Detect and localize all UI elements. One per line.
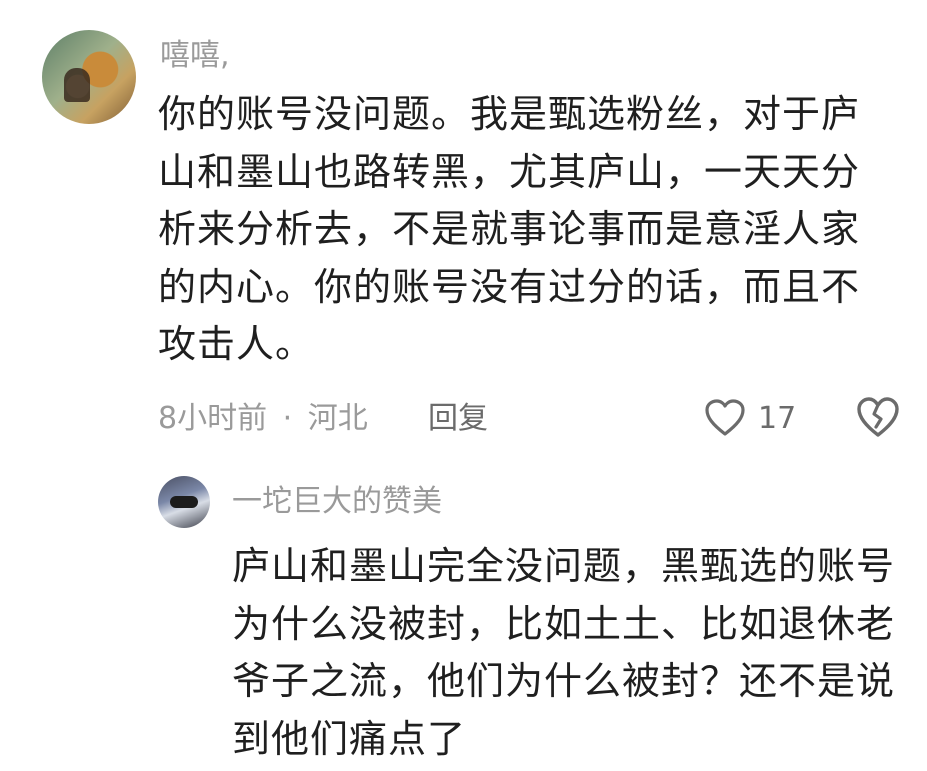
dislike-button[interactable] [855,395,901,441]
like-count: 17 [758,400,797,436]
comment-time: 8小时前 [158,401,268,436]
reply-line: 为什么没被封，比如土土、比如退休老 [232,601,896,646]
avatar[interactable] [42,30,136,124]
comment-line: 攻击人。 [158,322,315,366]
reply-line: 爷子之流，他们为什么被封？还不是说 [232,659,896,703]
comment-line: 你的账号没问题。我是甄选粉丝，对于庐 [158,92,861,136]
comment-location: 河北 [307,401,368,436]
comment-line: 的内心。你的账号没有过分的话，而且不 [158,264,861,309]
broken-heart-icon [855,395,901,441]
comment-line: 析来分析去，不是就事论事而是意淫人家 [158,207,861,251]
reply-body: 庐山和墨山完全没问题，黑甄选的账号 为什么没被封，比如土土、比如退休老 爷子之流… [232,538,912,768]
reply-avatar[interactable] [158,476,210,528]
comment-meta: 8小时前 · 河北 [158,397,368,441]
reply-username[interactable]: 一坨巨大的赞美 [232,484,442,520]
comment-username[interactable]: 嘻嘻, [160,38,230,74]
meta-separator: · [282,401,293,436]
comment-body: 你的账号没问题。我是甄选粉丝，对于庐 山和墨山也路转黑，尤其庐山，一天天分 析来… [158,86,898,374]
reply-button[interactable]: 回复 [428,397,488,441]
reply-line: 到他们痛点了 [232,716,467,761]
heart-outline-icon [704,398,746,438]
like-button[interactable]: 17 [704,395,796,441]
comment-line: 山和墨山也路转黑，尤其庐山，一天天分 [158,149,861,194]
reply-line: 庐山和墨山完全没问题，黑甄选的账号 [232,544,896,588]
